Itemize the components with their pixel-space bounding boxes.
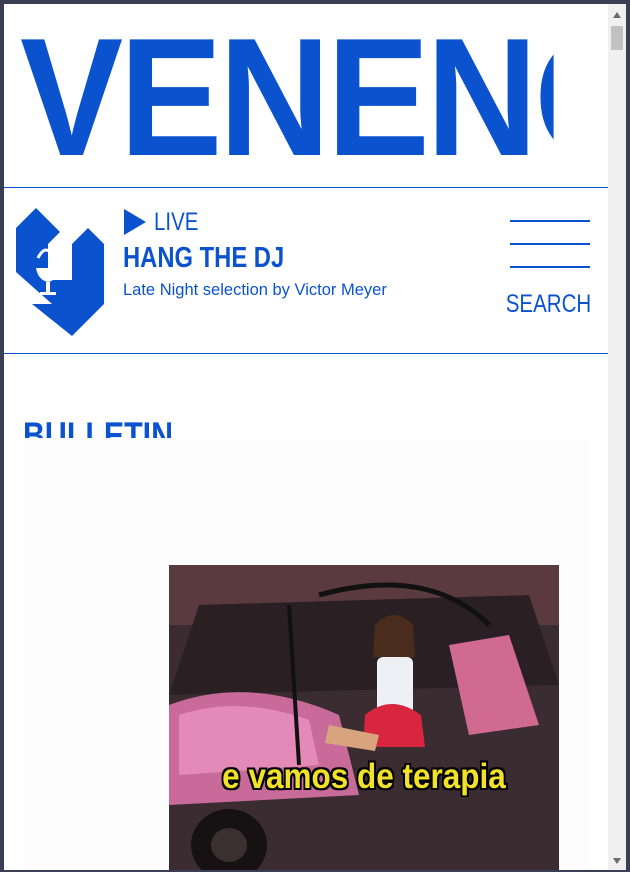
station-logo-icon[interactable] [16, 208, 104, 336]
site-logo-wordmark[interactable]: VENENO [20, 12, 554, 182]
browser-viewport: VENENO LIVE HANG THE DJ Late Night selec… [4, 4, 608, 870]
hamburger-menu-icon[interactable] [510, 218, 590, 268]
search-link[interactable]: SEARCH [506, 290, 591, 319]
show-title[interactable]: HANG THE DJ [123, 242, 284, 274]
video-frame-image [169, 565, 559, 870]
player-divider [4, 353, 608, 354]
live-indicator: LIVE [124, 208, 208, 236]
vertical-scrollbar[interactable] [608, 4, 626, 870]
scrollbar-thumb[interactable] [611, 26, 623, 50]
show-subtitle: Late Night selection by Victor Meyer [123, 281, 387, 299]
scroll-up-arrow-icon[interactable] [613, 12, 621, 18]
bulletin-media-area: e vamos de terapia [24, 438, 589, 870]
scroll-down-arrow-icon[interactable] [613, 858, 621, 864]
video-caption: e vamos de terapia [222, 757, 506, 796]
video-player[interactable]: e vamos de terapia [169, 565, 559, 870]
header-divider [4, 187, 608, 188]
live-label: LIVE [154, 207, 199, 236]
play-icon[interactable] [124, 209, 146, 235]
